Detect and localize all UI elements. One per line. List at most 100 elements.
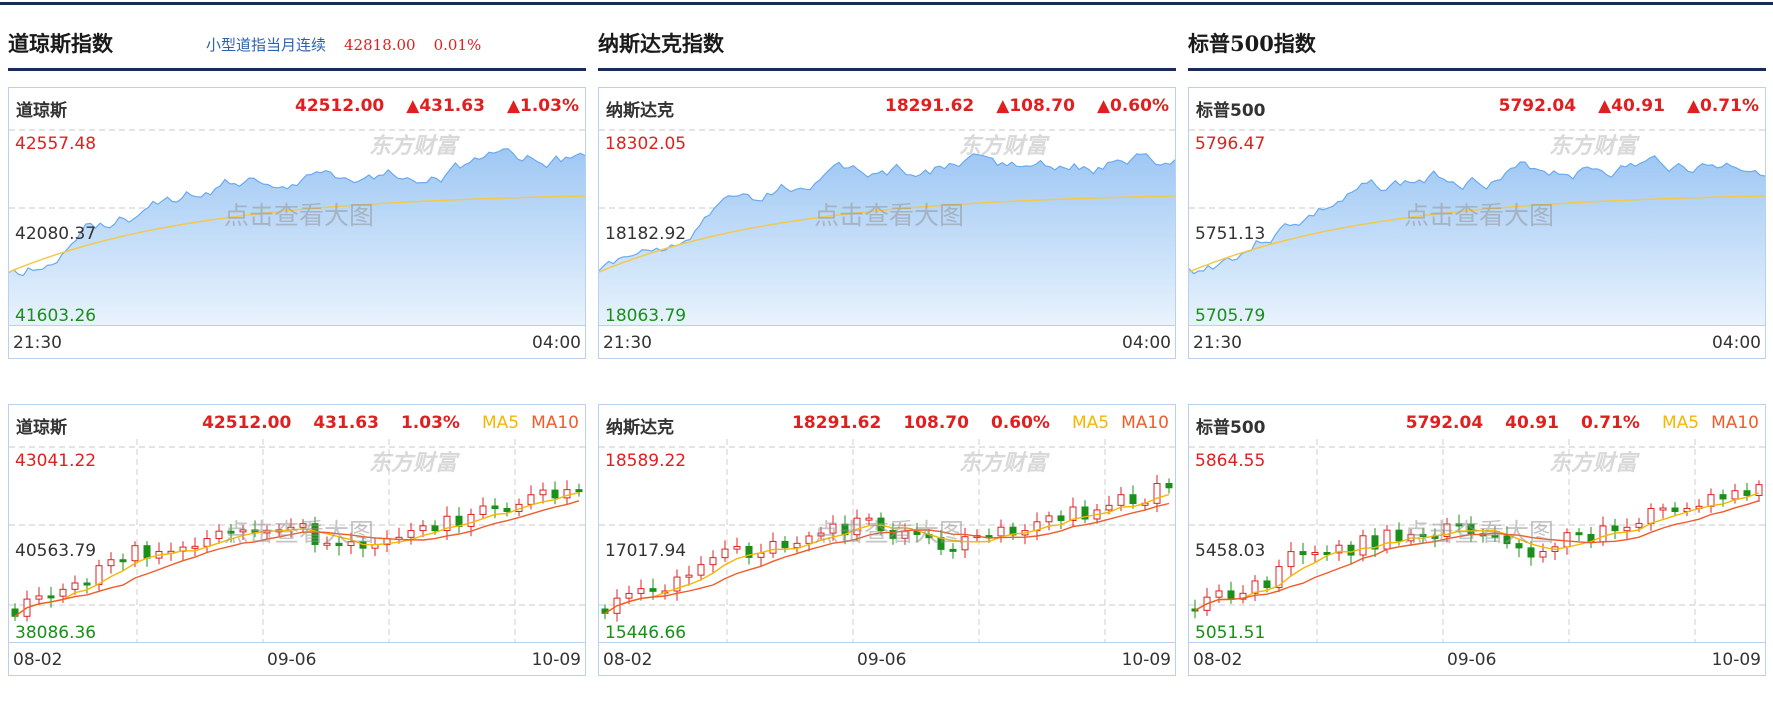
price: 18291.62 [792, 413, 882, 433]
ma10-legend: MA10 [531, 413, 579, 433]
candle-body [299, 523, 307, 528]
quote-values: 42512.00 ▲431.63 ▲1.03% [273, 96, 579, 116]
kline-plot [1189, 439, 1765, 643]
index-name: 标普500 [1196, 418, 1266, 438]
candle-body [1635, 522, 1643, 528]
futures-price: 42818.00 [344, 36, 416, 54]
candle-body [143, 545, 151, 559]
y-mid-label: 5751.13 [1195, 224, 1266, 244]
candle-body [131, 545, 139, 562]
y-high-label: 18589.22 [605, 451, 687, 471]
intraday-plot [1189, 122, 1765, 326]
candle-body [1129, 494, 1137, 505]
candle-body [323, 542, 331, 546]
change: 108.70 [903, 413, 969, 433]
y-high-label: 43041.22 [15, 451, 97, 471]
candle-body [637, 588, 645, 594]
candle-body [227, 530, 235, 534]
y-mid-label: 42080.37 [15, 224, 97, 244]
index-name: 纳斯达克 [606, 101, 674, 121]
price: 42512.00 [294, 96, 385, 116]
candle-body [1671, 507, 1679, 512]
x-end-label: 04:00 [1122, 333, 1171, 353]
chart-header: 道琼斯 42512.00 ▲431.63 ▲1.03% [9, 88, 585, 122]
x-mid-label: 09-06 [267, 650, 317, 670]
ma5-legend: MA5 [481, 413, 520, 433]
futures-quote-link[interactable]: 小型道指当月连续 42818.00 0.01% [206, 34, 481, 55]
x-end-label: 10-09 [1711, 650, 1761, 670]
y-high-label: 5796.47 [1195, 134, 1266, 154]
candle-body [431, 525, 439, 532]
section-underline [8, 68, 586, 71]
change-pct: 0.60% [990, 413, 1050, 433]
candle-body [1575, 532, 1583, 536]
candle-body [1287, 551, 1295, 568]
candle-body [119, 559, 127, 563]
candle-body [71, 582, 79, 590]
candle-body [527, 494, 535, 505]
x-start-label: 08-02 [1193, 650, 1243, 670]
sp500-column: 标普500指数 标普500 5792.04 ▲40.91 ▲0.71% 5796.4… [1188, 0, 1766, 717]
intraday-chart-panel[interactable]: 标普500 5792.04 ▲40.91 ▲0.71% 5796.47 5751.1… [1188, 87, 1766, 359]
candle-body [1503, 535, 1511, 545]
candle-body [479, 505, 487, 515]
candle-body [1153, 483, 1161, 504]
change-pct: 0.71% [1580, 413, 1640, 433]
candle-body [697, 564, 705, 576]
candle-body [853, 517, 861, 536]
candle-body [407, 530, 415, 538]
x-start-label: 08-02 [13, 650, 63, 670]
x-axis-bar: 08-02 09-06 10-09 [599, 642, 1175, 675]
candle-body [1515, 543, 1523, 549]
y-low-label: 15446.66 [605, 623, 687, 643]
candle-body [1227, 590, 1235, 600]
x-start-label: 08-02 [603, 650, 653, 670]
intraday-chart-panel[interactable]: 纳斯达克 18291.62 ▲108.70 ▲0.60% 18302.05 1818… [598, 87, 1176, 359]
candle-body [1647, 507, 1655, 524]
candle-body [877, 517, 885, 532]
section-title: 道琼斯指数 [8, 31, 113, 56]
ma10-line [604, 502, 1170, 614]
candle-body [901, 530, 909, 539]
quote-values: 18291.62 108.70 0.60% MA5 MA10 [770, 413, 1169, 433]
daily-kline-panel[interactable]: 道琼斯 42512.00 431.63 1.03% MA5 MA10 43041.22 … [8, 404, 586, 676]
section-underline [1188, 68, 1766, 71]
index-name: 标普500 [1196, 101, 1266, 121]
candle-body [1743, 490, 1751, 496]
candle-body [1419, 533, 1427, 537]
candle-body [1311, 551, 1319, 556]
y-mid-label: 18182.92 [605, 224, 687, 244]
x-axis-bar: 08-02 09-06 10-09 [1189, 642, 1765, 675]
quote-values: 42512.00 431.63 1.03% MA5 MA10 [180, 413, 579, 433]
candle-body [1611, 525, 1619, 532]
futures-name[interactable]: 小型道指当月连续 [206, 36, 326, 54]
candle-body [503, 508, 511, 512]
candle-body [1467, 523, 1475, 535]
candle-body [467, 513, 475, 527]
y-low-label: 41603.26 [15, 306, 97, 326]
candle-body [1045, 515, 1053, 523]
daily-kline-panel[interactable]: 标普500 5792.04 40.91 0.71% MA5 MA10 5864.55 5… [1188, 404, 1766, 676]
candle-body [733, 545, 741, 550]
candle-body [35, 595, 43, 600]
x-start-label: 21:30 [603, 333, 652, 353]
y-low-label: 5051.51 [1195, 623, 1266, 643]
futures-change-pct: 0.01% [433, 36, 482, 54]
x-axis-bar: 21:30 04:00 [9, 325, 585, 358]
candle-body [539, 489, 547, 496]
candle-body [769, 540, 777, 554]
candle-body [949, 548, 957, 552]
x-end-label: 04:00 [532, 333, 581, 353]
change: ▲40.91 [1598, 96, 1665, 116]
candle-body [1057, 515, 1065, 521]
chart-header: 标普500 5792.04 ▲40.91 ▲0.71% [1189, 88, 1765, 122]
candle-body [491, 505, 499, 510]
change: ▲108.70 [996, 96, 1075, 116]
candle-body [419, 525, 427, 532]
daily-kline-panel[interactable]: 纳斯达克 18291.62 108.70 0.60% MA5 MA10 18589.22… [598, 404, 1176, 676]
intraday-chart-panel[interactable]: 道琼斯 42512.00 ▲431.63 ▲1.03% 42557.48 42080… [8, 87, 586, 359]
candle-body [347, 541, 355, 547]
candle-body [817, 532, 825, 537]
price: 42512.00 [202, 413, 292, 433]
candle-body [239, 529, 247, 533]
